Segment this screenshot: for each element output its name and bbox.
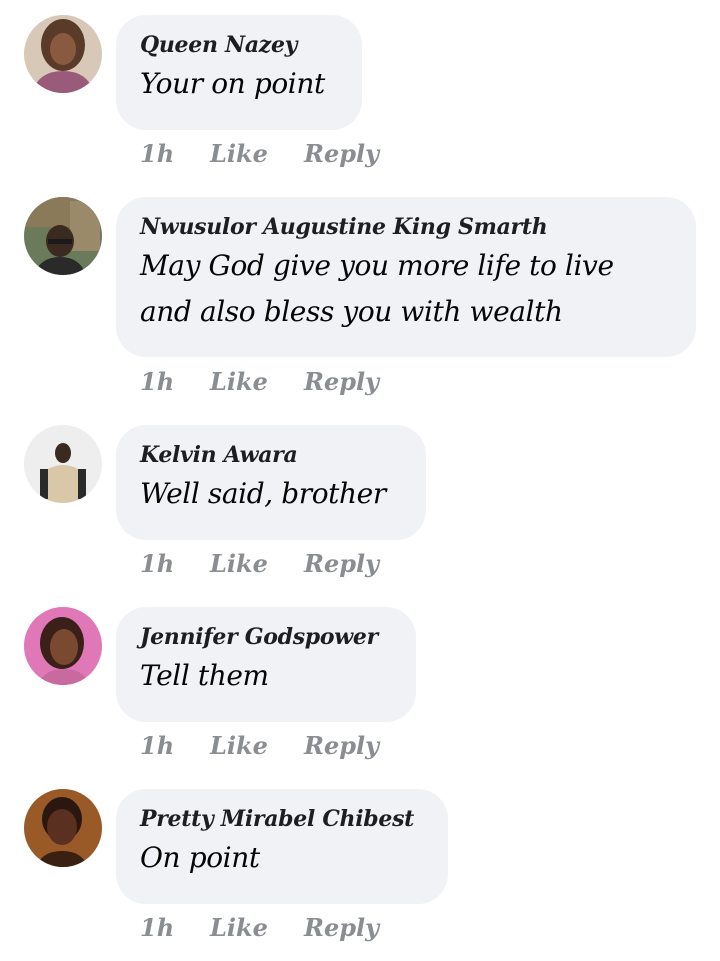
comment-author[interactable]: Kelvin Awara xyxy=(140,439,402,471)
reply-button[interactable]: Reply xyxy=(304,137,379,171)
avatar[interactable] xyxy=(24,789,102,867)
reply-button[interactable]: Reply xyxy=(304,365,379,399)
profile-photo xyxy=(24,607,102,685)
like-button[interactable]: Like xyxy=(210,137,268,171)
reply-button[interactable]: Reply xyxy=(304,911,379,945)
comment-timestamp[interactable]: 1h xyxy=(140,729,174,763)
comment-timestamp[interactable]: 1h xyxy=(140,365,174,399)
comment-text: and also bless you with wealth xyxy=(140,295,563,328)
profile-photo xyxy=(24,197,102,275)
comment-author[interactable]: Nwusulor Augustine King Smarth xyxy=(140,211,672,243)
comment-thread: Queen Nazey Your on point 1h Like Reply … xyxy=(0,0,720,961)
like-button[interactable]: Like xyxy=(210,365,268,399)
comment-bubble: Pretty Mirabel Chibest On point xyxy=(116,789,448,904)
comment-bubble: Kelvin Awara Well said, brother xyxy=(116,425,426,540)
comment-bubble: Queen Nazey Your on point xyxy=(116,15,362,130)
comment-text: Your on point xyxy=(140,67,325,100)
like-button[interactable]: Like xyxy=(210,729,268,763)
comment-timestamp[interactable]: 1h xyxy=(140,137,174,171)
profile-photo xyxy=(24,15,102,93)
comment-text: On point xyxy=(140,841,260,874)
reply-button[interactable]: Reply xyxy=(304,729,379,763)
like-button[interactable]: Like xyxy=(210,547,268,581)
comment-text: Well said, brother xyxy=(140,477,386,510)
comment-author[interactable]: Pretty Mirabel Chibest xyxy=(140,803,424,835)
profile-photo xyxy=(24,789,102,867)
avatar[interactable] xyxy=(24,607,102,685)
avatar[interactable] xyxy=(24,15,102,93)
avatar[interactable] xyxy=(24,425,102,503)
comment-text: May God give you more life to live xyxy=(140,249,614,282)
comment-timestamp[interactable]: 1h xyxy=(140,547,174,581)
avatar[interactable] xyxy=(24,197,102,275)
comment-author[interactable]: Jennifer Godspower xyxy=(140,621,392,653)
comment-bubble: Nwusulor Augustine King Smarth May God g… xyxy=(116,197,696,357)
like-button[interactable]: Like xyxy=(210,911,268,945)
comment-author[interactable]: Queen Nazey xyxy=(140,29,338,61)
comment-timestamp[interactable]: 1h xyxy=(140,911,174,945)
comment-text: Tell them xyxy=(140,659,269,692)
comment-bubble: Jennifer Godspower Tell them xyxy=(116,607,416,722)
reply-button[interactable]: Reply xyxy=(304,547,379,581)
profile-photo xyxy=(24,425,102,503)
